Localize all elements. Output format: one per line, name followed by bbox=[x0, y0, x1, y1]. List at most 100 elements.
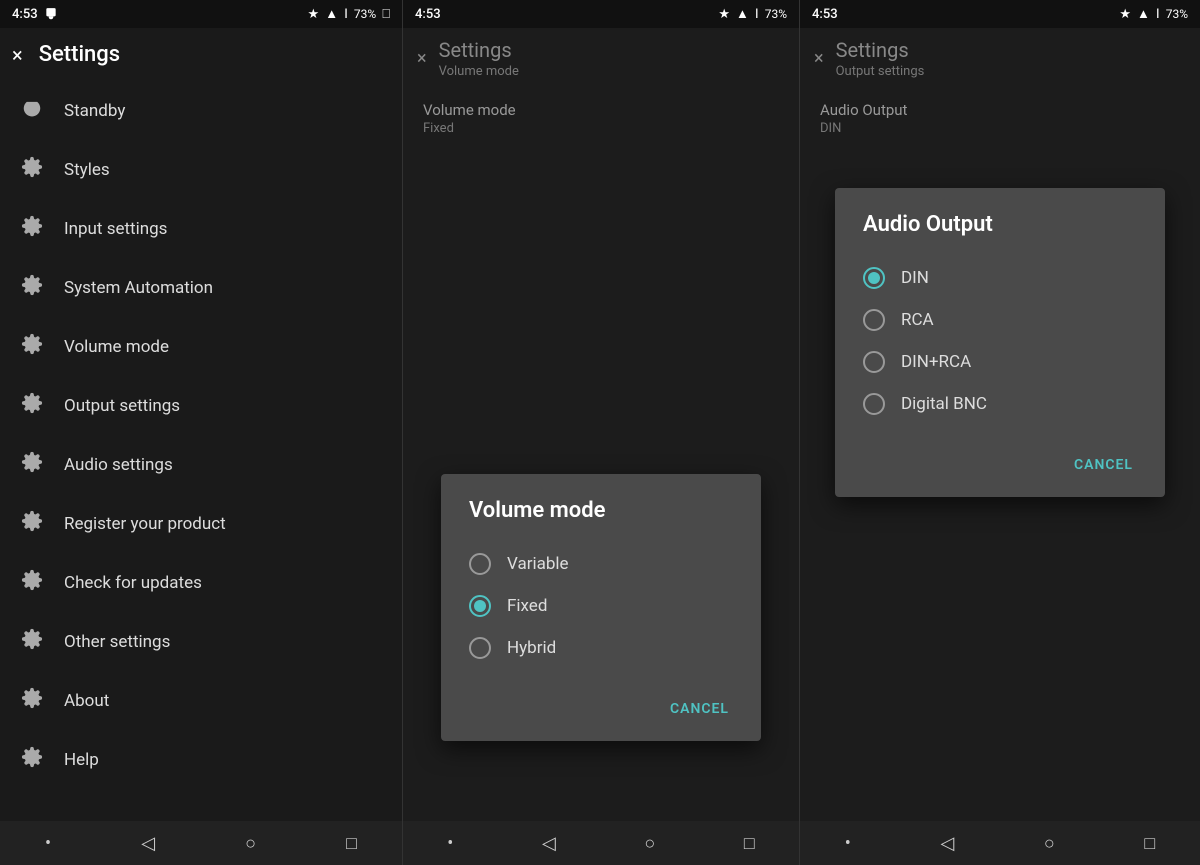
panel2-header: × Settings Volume mode bbox=[403, 28, 799, 89]
radio-circle-din-rca bbox=[863, 351, 885, 373]
nav-bar-2: • ◁ ○ □ bbox=[403, 821, 799, 865]
panel2-content: Volume mode Variable Fixed Hybrid CANCEL bbox=[403, 148, 799, 821]
nav-back-1[interactable]: ◁ bbox=[141, 833, 155, 854]
radio-variable-label: Variable bbox=[507, 554, 569, 574]
close-button-2[interactable]: × bbox=[417, 48, 427, 69]
settings-item-register[interactable]: Register your product bbox=[0, 494, 402, 553]
signal-icon-3: Ⅰ bbox=[1156, 7, 1160, 22]
panel-settings-menu: 4:53 ★ ▲ Ⅰ 73% ⎕ × Settings Standby Styl… bbox=[0, 0, 403, 865]
radio-rca[interactable]: RCA bbox=[863, 299, 1137, 341]
radio-digital-bnc[interactable]: Digital BNC bbox=[863, 383, 1137, 425]
status-bar-3: 4:53 ★ ▲ Ⅰ 73% bbox=[800, 0, 1200, 28]
status-time-3: 4:53 bbox=[812, 7, 838, 22]
panel-volume-mode: 4:53 ★ ▲ Ⅰ 73% × Settings Volume mode Vo… bbox=[403, 0, 800, 865]
wifi-icon: ▲ bbox=[325, 6, 338, 22]
audio-output-setting[interactable]: Audio Output DIN bbox=[800, 89, 1200, 148]
register-product-label: Register your product bbox=[64, 514, 226, 534]
panel2-subtitle: Volume mode bbox=[439, 62, 519, 79]
settings-list: Standby Styles Input settings System Aut… bbox=[0, 81, 402, 821]
audio-dialog-actions: CANCEL bbox=[863, 441, 1137, 481]
panel-output-settings: 4:53 ★ ▲ Ⅰ 73% × Settings Output setting… bbox=[800, 0, 1200, 865]
volume-mode-setting[interactable]: Volume mode Fixed bbox=[403, 89, 799, 148]
settings-item-audio[interactable]: Audio settings bbox=[0, 435, 402, 494]
volume-mode-label: Volume mode bbox=[64, 337, 169, 357]
settings-item-updates[interactable]: Check for updates bbox=[0, 553, 402, 612]
settings-item-output[interactable]: Output settings bbox=[0, 376, 402, 435]
volume-mode-setting-name: Volume mode bbox=[423, 101, 779, 119]
nav-home-3[interactable]: ○ bbox=[1044, 833, 1055, 854]
settings-item-standby[interactable]: Standby bbox=[0, 81, 402, 140]
radio-circle-fixed bbox=[469, 595, 491, 617]
nav-square-2[interactable]: □ bbox=[744, 833, 755, 854]
help-gear-icon bbox=[20, 746, 44, 773]
bluetooth-icon-2: ★ bbox=[718, 7, 730, 22]
input-gear-icon bbox=[20, 215, 44, 242]
nav-bar-1: • ◁ ○ □ bbox=[0, 821, 402, 865]
close-button-3[interactable]: × bbox=[814, 48, 824, 69]
signal-icon: Ⅰ bbox=[344, 7, 348, 22]
panel3-header: × Settings Output settings bbox=[800, 28, 1200, 89]
nav-home-1[interactable]: ○ bbox=[245, 833, 256, 854]
settings-item-styles[interactable]: Styles bbox=[0, 140, 402, 199]
radio-din-rca[interactable]: DIN+RCA bbox=[863, 341, 1137, 383]
signal-icon-2: Ⅰ bbox=[755, 7, 759, 22]
close-button-1[interactable]: × bbox=[12, 43, 23, 67]
radio-din[interactable]: DIN bbox=[863, 257, 1137, 299]
radio-circle-rca bbox=[863, 309, 885, 331]
radio-hybrid[interactable]: Hybrid bbox=[469, 627, 733, 669]
panel3-subtitle: Output settings bbox=[836, 62, 925, 79]
notification-icon bbox=[44, 7, 58, 21]
settings-item-input[interactable]: Input settings bbox=[0, 199, 402, 258]
nav-home-2[interactable]: ○ bbox=[644, 833, 655, 854]
status-icons-2: ★ ▲ Ⅰ 73% bbox=[718, 6, 787, 22]
volume-dialog-actions: CANCEL bbox=[469, 685, 733, 725]
radio-digital-bnc-label: Digital BNC bbox=[901, 394, 987, 414]
volume-mode-setting-value: Fixed bbox=[423, 121, 779, 136]
battery-text: 73% bbox=[354, 7, 376, 21]
about-label: About bbox=[64, 691, 109, 711]
power-icon bbox=[20, 97, 44, 124]
radio-fixed[interactable]: Fixed bbox=[469, 585, 733, 627]
output-gear-icon bbox=[20, 392, 44, 419]
nav-back-3[interactable]: ◁ bbox=[940, 833, 954, 854]
wifi-icon-3: ▲ bbox=[1137, 6, 1150, 22]
nav-square-3[interactable]: □ bbox=[1144, 833, 1155, 854]
system-automation-label: System Automation bbox=[64, 278, 213, 298]
settings-item-about[interactable]: About bbox=[0, 671, 402, 730]
system-automation-gear-icon bbox=[20, 274, 44, 301]
audio-gear-icon bbox=[20, 451, 44, 478]
audio-cancel-button[interactable]: CANCEL bbox=[1070, 449, 1137, 481]
battery-text-3: 73% bbox=[1166, 7, 1188, 21]
nav-dot-3[interactable]: • bbox=[845, 833, 851, 854]
nav-square-1[interactable]: □ bbox=[346, 833, 357, 854]
status-bar-2: 4:53 ★ ▲ Ⅰ 73% bbox=[403, 0, 799, 28]
settings-item-system-automation[interactable]: System Automation bbox=[0, 258, 402, 317]
nav-back-2[interactable]: ◁ bbox=[542, 833, 556, 854]
status-bar-1: 4:53 ★ ▲ Ⅰ 73% ⎕ bbox=[0, 0, 402, 28]
wifi-icon-2: ▲ bbox=[736, 6, 749, 22]
nav-dot-1[interactable]: • bbox=[45, 833, 51, 854]
styles-label: Styles bbox=[64, 160, 110, 180]
check-updates-label: Check for updates bbox=[64, 573, 202, 593]
volume-gear-icon bbox=[20, 333, 44, 360]
battery-icon: ⎕ bbox=[382, 7, 390, 22]
audio-output-dialog: Audio Output DIN RCA DIN+RCA Digital BNC… bbox=[835, 188, 1165, 497]
settings-item-other[interactable]: Other settings bbox=[0, 612, 402, 671]
audio-settings-label: Audio settings bbox=[64, 455, 173, 475]
status-time-2: 4:53 bbox=[415, 7, 441, 22]
about-gear-icon bbox=[20, 687, 44, 714]
settings-item-volume-mode[interactable]: Volume mode bbox=[0, 317, 402, 376]
panel3-content: Audio Output DIN RCA DIN+RCA Digital BNC… bbox=[800, 148, 1200, 821]
register-gear-icon bbox=[20, 510, 44, 537]
settings-item-help[interactable]: Help bbox=[0, 730, 402, 789]
radio-circle-hybrid bbox=[469, 637, 491, 659]
nav-bar-3: • ◁ ○ □ bbox=[800, 821, 1200, 865]
battery-text-2: 73% bbox=[765, 7, 787, 21]
status-icons-1: ★ ▲ Ⅰ 73% ⎕ bbox=[308, 6, 390, 22]
standby-label: Standby bbox=[64, 101, 125, 121]
nav-dot-2[interactable]: • bbox=[447, 833, 453, 854]
panel1-header: × Settings bbox=[0, 28, 402, 81]
volume-cancel-button[interactable]: CANCEL bbox=[666, 693, 733, 725]
audio-output-dialog-title: Audio Output bbox=[863, 212, 1137, 237]
radio-variable[interactable]: Variable bbox=[469, 543, 733, 585]
